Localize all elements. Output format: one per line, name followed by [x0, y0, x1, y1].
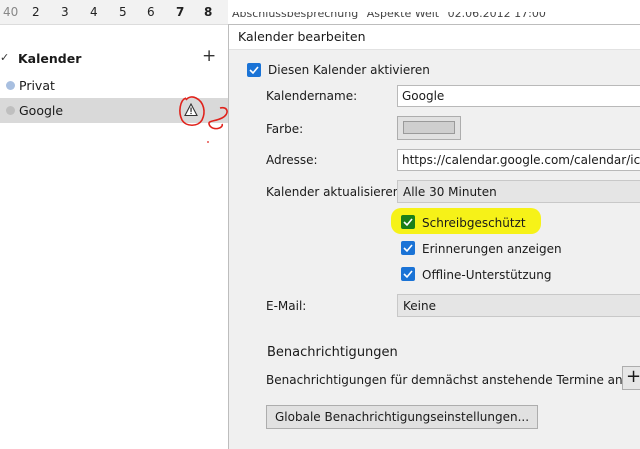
check-icon	[403, 270, 413, 279]
address-input[interactable]: https://calendar.google.com/calendar/ica…	[397, 149, 640, 171]
readonly-label: Schreibgeschützt	[422, 216, 526, 230]
calendar-name-label: Kalendername:	[266, 89, 358, 103]
background-event-text: Abschlussbesprechung "Aspekte Welt" 02.0…	[232, 12, 546, 20]
check-icon	[249, 66, 259, 75]
email-label: E-Mail:	[266, 299, 307, 313]
color-label: Farbe:	[266, 122, 304, 136]
calendar-name-input[interactable]: Google	[397, 85, 640, 107]
calendar-color-dot	[6, 81, 15, 90]
calendar-item-label: Privat	[19, 78, 55, 93]
color-picker-button[interactable]	[397, 116, 461, 140]
refresh-label: Kalender aktualisieren:	[266, 185, 405, 199]
day-cell[interactable]: 8	[204, 5, 212, 19]
offline-support-label: Offline-Unterstützung	[422, 268, 552, 282]
add-notification-button[interactable]: +	[622, 366, 640, 390]
day-cell[interactable]: 4	[90, 5, 98, 19]
calendar-item-label: Google	[19, 103, 64, 118]
calendar-color-dot	[6, 106, 15, 115]
red-annotation-scribble	[179, 96, 228, 143]
notifications-description: Benachrichtigungen für demnächst anstehe…	[266, 373, 640, 387]
refresh-interval-select[interactable]: Alle 30 Minuten	[397, 180, 640, 203]
calendar-list-header[interactable]: ✓ Kalender +	[0, 46, 228, 70]
calendar-list-title: Kalender	[18, 51, 82, 66]
dialog-title: Kalender bearbeiten	[238, 29, 366, 44]
dialog-titlebar: Kalender bearbeiten	[229, 25, 640, 50]
day-cell[interactable]: 7	[176, 5, 184, 19]
color-swatch	[403, 121, 455, 134]
enable-calendar-label: Diesen Kalender aktivieren	[268, 63, 430, 77]
address-label: Adresse:	[266, 153, 318, 167]
background-event-row: Abschlussbesprechung "Aspekte Welt" 02.0…	[232, 12, 640, 23]
readonly-checkbox[interactable]	[401, 215, 415, 229]
mini-calendar-week-row: 40 2 3 4 5 6 7 8	[0, 0, 228, 25]
day-cell[interactable]: 3	[61, 5, 69, 19]
check-icon	[403, 218, 413, 227]
checkmark-icon[interactable]: ✓	[0, 51, 9, 64]
day-cell[interactable]: 2	[32, 5, 40, 19]
week-number: 40	[3, 5, 19, 19]
day-cell[interactable]: 5	[119, 5, 127, 19]
offline-support-checkbox[interactable]	[401, 267, 415, 281]
check-icon	[403, 244, 413, 253]
edit-calendar-dialog: Kalender bearbeiten Diesen Kalender akti…	[228, 24, 640, 449]
left-pane: 40 2 3 4 5 6 7 8 ✓ Kalender + Privat Goo…	[0, 0, 228, 449]
notifications-heading: Benachrichtigungen	[267, 345, 398, 360]
day-cell[interactable]: 6	[147, 5, 155, 19]
plus-icon: +	[626, 366, 640, 387]
show-reminders-checkbox[interactable]	[401, 241, 415, 255]
email-identity-select[interactable]: Keine	[397, 294, 640, 317]
enable-calendar-checkbox[interactable]	[247, 63, 261, 77]
global-notification-settings-button[interactable]: Globale Benachrichtigungseinstellungen..…	[266, 405, 539, 429]
plus-icon[interactable]: +	[202, 46, 216, 66]
show-reminders-label: Erinnerungen anzeigen	[422, 242, 562, 256]
